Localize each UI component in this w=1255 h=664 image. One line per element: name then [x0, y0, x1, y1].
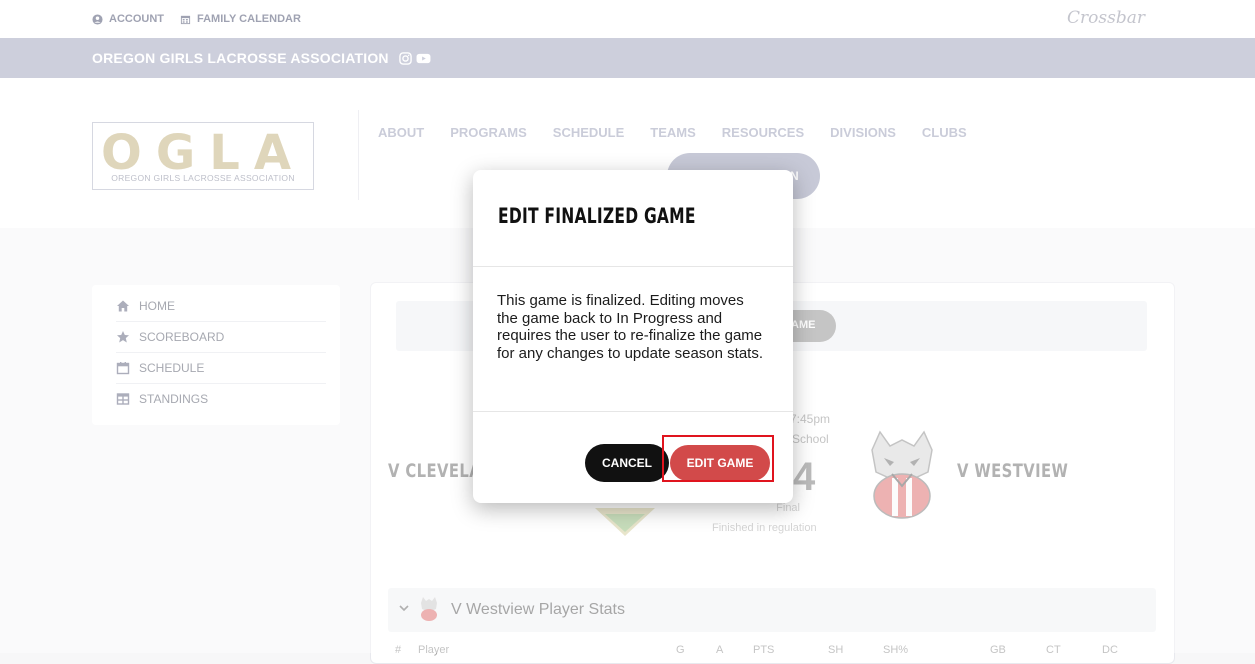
dialog-message: This game is finalized. Editing moves th…	[497, 292, 764, 362]
dialog-title: EDIT FINALIZED GAME	[498, 204, 696, 228]
dialog-divider-top	[473, 266, 793, 267]
edit-game-highlight-box	[662, 435, 774, 482]
cancel-button[interactable]: CANCEL	[585, 444, 669, 482]
dialog-divider-bottom	[473, 411, 793, 412]
